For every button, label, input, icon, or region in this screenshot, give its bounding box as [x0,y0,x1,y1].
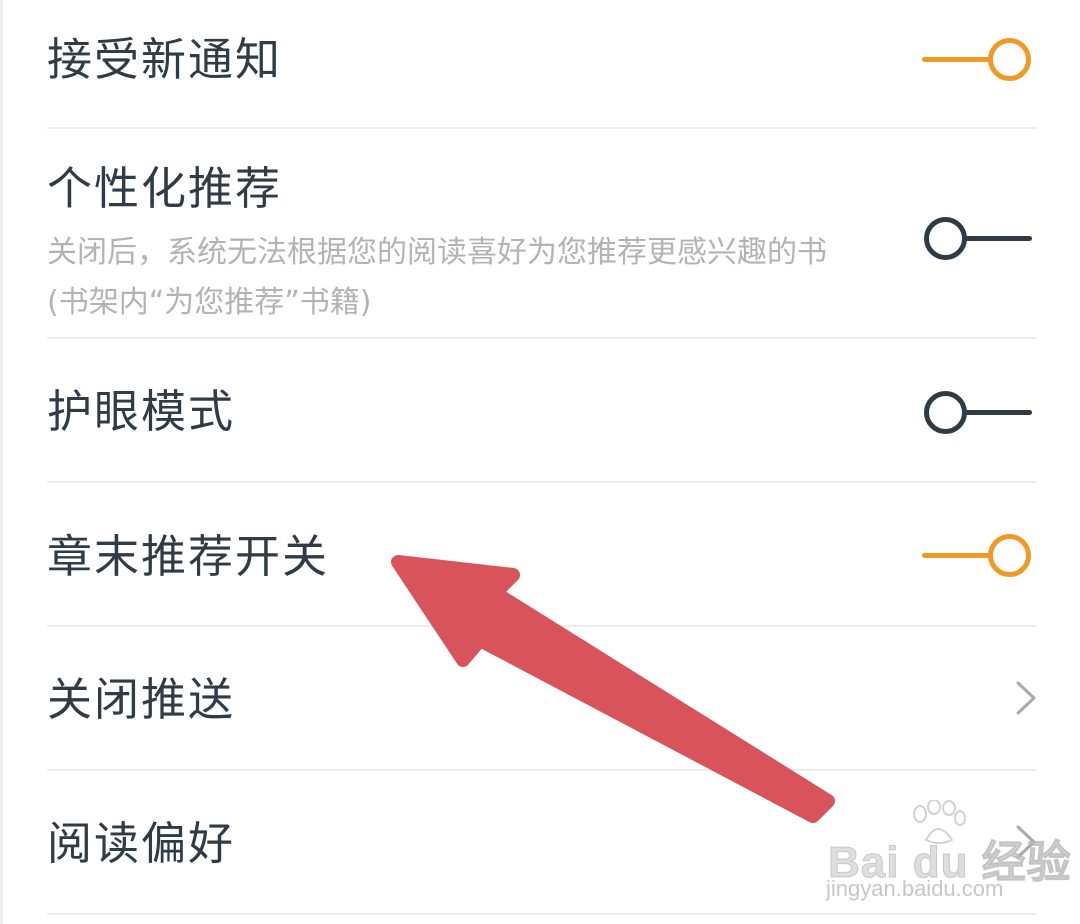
chapter-end-label: 章末推荐开关 [47,530,330,583]
watermark-url: jingyan.baidu.com [826,876,1004,901]
toggle-track [922,553,998,558]
chevron-right-icon [1016,681,1036,715]
settings-list: 接受新通知 个性化推荐 关闭后，系统无法根据您的阅读喜好为您推荐更感兴趣的书(书… [0,0,1080,924]
setting-row-chapter-end[interactable]: 章末推荐开关 [0,482,1080,626]
personalized-description: 关闭后，系统无法根据您的阅读喜好为您推荐更感兴趣的书(书架内“为您推荐”书籍) [47,235,827,320]
reading-pref-label: 阅读偏好 [47,817,236,870]
divider [47,913,1037,915]
personalized-label: 个性化推荐 [47,162,283,215]
setting-row-close-push[interactable]: 关闭推送 [0,626,1080,770]
toggle-knob [988,534,1031,577]
setting-row-eye-care[interactable]: 护眼模式 [0,338,1080,481]
baidu-jingyan-watermark: Bai du 经验 jingyan.baidu.com [820,800,1071,910]
setting-row-personalized[interactable]: 个性化推荐 关闭后，系统无法根据您的阅读喜好为您推荐更感兴趣的书(书架内“为您推… [0,0,1080,338]
chapter-end-toggle[interactable] [922,534,1032,578]
eye-care-label: 护眼模式 [47,385,236,438]
toggle-knob [924,217,967,260]
toggle-knob [924,391,967,434]
close-push-label: 关闭推送 [47,673,236,726]
toggle-track [956,236,1032,241]
personalized-toggle[interactable] [924,217,1034,261]
eye-care-toggle[interactable] [924,391,1034,435]
toggle-track [956,410,1032,415]
